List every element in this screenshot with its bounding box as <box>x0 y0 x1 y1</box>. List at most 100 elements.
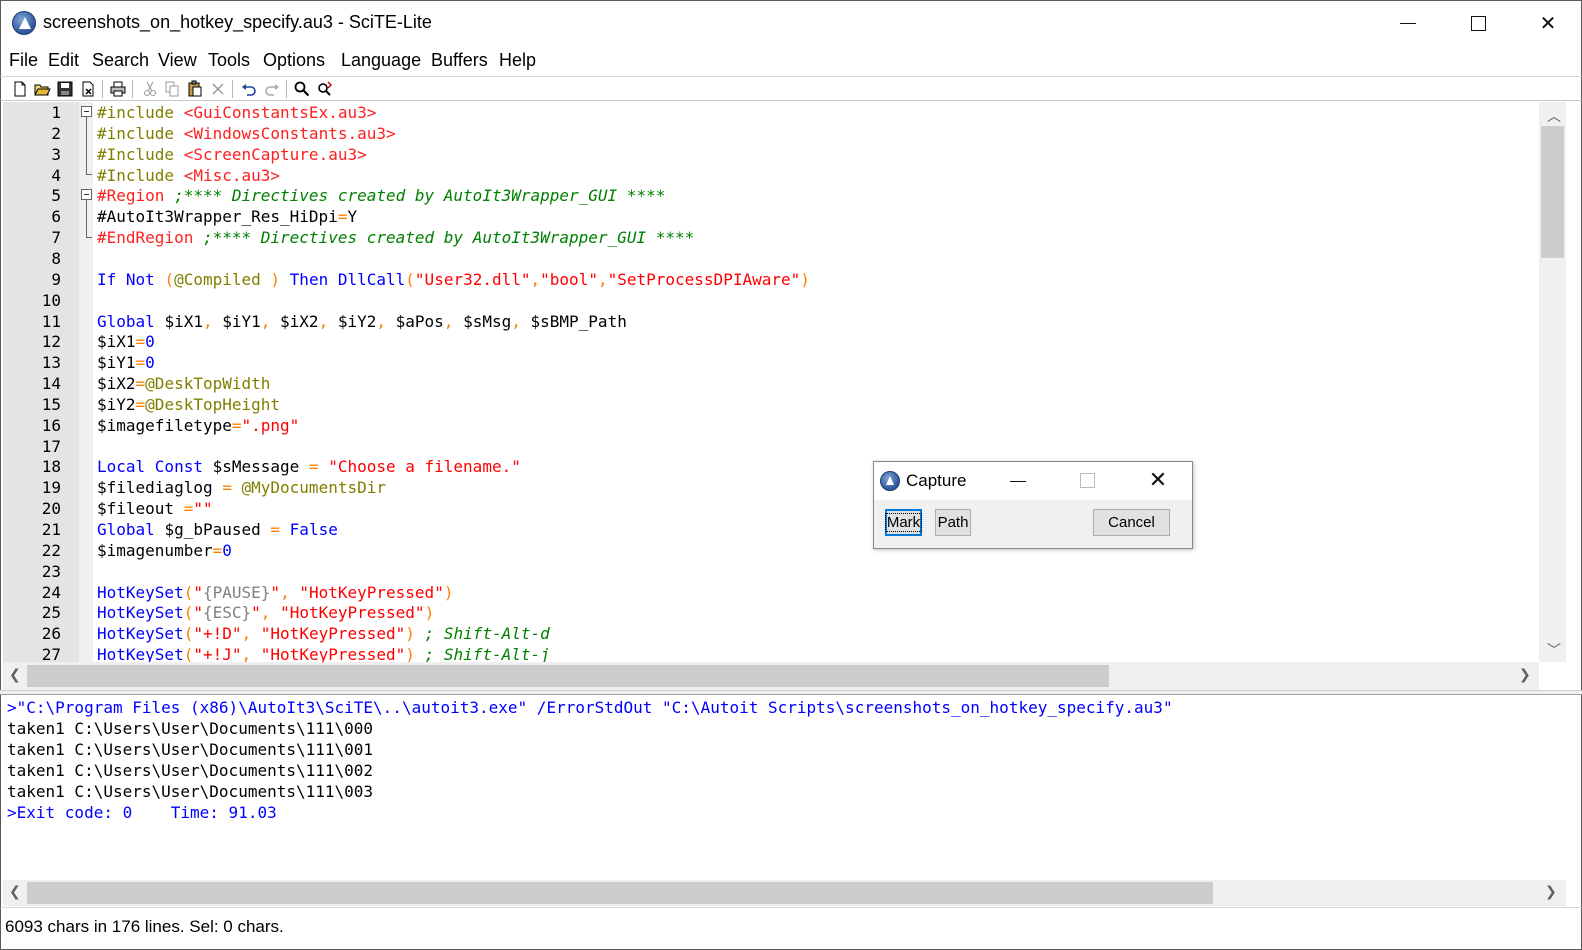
close-icon[interactable]: ✕ <box>1146 468 1170 493</box>
minimize-icon[interactable] <box>1010 481 1026 482</box>
maximize-button[interactable] <box>1443 1 1513 45</box>
line-number: 12 <box>41 332 61 352</box>
code-token: False <box>289 520 338 539</box>
minimize-button[interactable] <box>1373 1 1443 45</box>
code-token: "" <box>193 499 213 519</box>
code-token: ( <box>183 624 194 644</box>
menu-search[interactable]: Search <box>92 50 149 71</box>
menu-edit[interactable]: Edit <box>48 50 79 71</box>
scite-app-icon <box>12 11 36 35</box>
status-text: 6093 chars in 176 lines. Sel: 0 chars. <box>5 917 284 936</box>
code-line: #AutoIt3Wrapper_Res_HiDpi=Y <box>97 206 357 227</box>
output-pane[interactable]: >"C:\Program Files (x86)\AutoIt3\SciTE\.… <box>3 697 1539 880</box>
fold-toggle-icon[interactable] <box>81 189 92 200</box>
fold-margin[interactable] <box>79 102 93 662</box>
code-line: Global $iX1, $iY1, $iX2, $iY2, $aPos, $s… <box>97 311 627 332</box>
code-line: HotKeySet("{PAUSE}", "HotKeyPressed") <box>97 582 453 603</box>
toolbar-separator <box>232 80 233 98</box>
open-icon[interactable] <box>33 80 51 98</box>
code-token: , <box>597 269 608 289</box>
paste-icon[interactable] <box>186 80 204 98</box>
line-number: 3 <box>51 144 61 164</box>
code-token: Global <box>97 520 165 539</box>
save-icon[interactable] <box>56 80 74 98</box>
code-token: = <box>308 457 329 477</box>
menu-language[interactable]: Language <box>341 50 421 71</box>
menu-tools[interactable]: Tools <box>208 50 250 71</box>
menu-help[interactable]: Help <box>499 50 536 71</box>
line-number: 16 <box>41 415 61 435</box>
code-token: $iX1 <box>97 332 136 352</box>
fold-toggle-icon[interactable] <box>81 106 92 117</box>
capture-title-bar: Capture ✕ <box>874 462 1192 500</box>
line-number: 25 <box>41 603 61 623</box>
code-token: ) <box>424 603 435 623</box>
code-token: If Not <box>97 269 165 289</box>
horizontal-scroll-thumb[interactable] <box>27 665 1109 687</box>
close-file-icon[interactable] <box>79 80 97 98</box>
scroll-left-icon[interactable]: ❮ <box>9 884 21 900</box>
path-button[interactable]: Path <box>935 509 971 536</box>
replace-icon[interactable] <box>316 80 334 98</box>
output-horizontal-scrollbar[interactable]: ❮ ❯ <box>3 880 1566 906</box>
line-number: 9 <box>51 269 61 289</box>
mark-button[interactable]: Mark <box>884 509 923 536</box>
scroll-up-icon[interactable]: ︿ <box>1547 106 1561 126</box>
cancel-button[interactable]: Cancel <box>1093 509 1170 536</box>
code-token: "SetProcessDPIAware" <box>607 269 801 289</box>
toolbar-separator <box>102 80 103 98</box>
code-token: @MyDocumentsDir <box>241 478 387 498</box>
code-token: $imagenumber <box>97 540 213 560</box>
code-token: ) <box>405 624 425 644</box>
code-token: , <box>260 311 281 331</box>
redo-icon[interactable] <box>263 80 281 98</box>
code-token: "HotKeyPressed" <box>280 603 425 623</box>
line-number: 17 <box>41 436 61 456</box>
line-number: 6 <box>51 207 61 227</box>
line-number: 15 <box>41 394 61 414</box>
code-token: "HotKeyPressed" <box>260 645 406 662</box>
code-token: $fileout <box>97 499 184 519</box>
editor-vertical-scrollbar[interactable]: ︿ ﹀ <box>1539 102 1566 662</box>
code-line: If Not (@Compiled ) Then DllCall("User32… <box>97 269 810 290</box>
vertical-scroll-thumb[interactable] <box>1541 126 1564 258</box>
code-token: ".png" <box>241 415 300 435</box>
code-token: , <box>241 645 261 662</box>
scroll-right-icon[interactable]: ❯ <box>1545 884 1557 900</box>
new-icon[interactable] <box>11 80 29 98</box>
menu-options[interactable]: Options <box>263 50 325 71</box>
minimize-icon <box>1400 22 1416 24</box>
scroll-left-icon[interactable]: ❮ <box>9 667 21 683</box>
menu-buffers[interactable]: Buffers <box>431 50 488 71</box>
pane-splitter[interactable] <box>0 690 1582 695</box>
code-token: ( <box>183 645 194 662</box>
code-token: , <box>443 311 464 331</box>
code-token: $sMessage <box>212 457 309 477</box>
delete-icon[interactable] <box>209 80 227 98</box>
line-number: 2 <box>51 123 61 143</box>
code-token: " <box>193 582 203 602</box>
scroll-down-icon[interactable]: ﹀ <box>1547 640 1561 660</box>
copy-icon[interactable] <box>163 80 181 98</box>
code-token: , <box>202 311 223 331</box>
code-token: ) <box>800 269 810 289</box>
editor-horizontal-scrollbar[interactable]: ❮ ❯ <box>3 662 1539 690</box>
code-token: Global <box>97 311 165 331</box>
line-number: 11 <box>41 311 61 331</box>
code-token: {ESC} <box>202 603 252 623</box>
close-button[interactable]: ✕ <box>1513 1 1582 45</box>
window-title: screenshots_on_hotkey_specify.au3 - SciT… <box>43 12 432 32</box>
code-token: $g_bPaused <box>164 520 271 539</box>
undo-icon[interactable] <box>240 80 258 98</box>
code-line: #include <WindowsConstants.au3> <box>97 123 396 144</box>
menu-file[interactable]: File <box>9 50 38 71</box>
title-bar: screenshots_on_hotkey_specify.au3 - SciT… <box>0 0 1582 44</box>
print-icon[interactable] <box>109 80 127 98</box>
output-scroll-thumb[interactable] <box>27 882 1213 904</box>
cut-icon[interactable] <box>141 80 159 98</box>
find-icon[interactable] <box>293 80 311 98</box>
code-editor[interactable]: 1 2 3 4 5 6 7 8 9 10 11 12 13 14 15 16 17 18 19 20 21 22 23 24 2… <box>3 102 1539 662</box>
line-number: 1 <box>51 103 61 122</box>
scroll-right-icon[interactable]: ❯ <box>1519 667 1531 683</box>
menu-view[interactable]: View <box>158 50 197 71</box>
